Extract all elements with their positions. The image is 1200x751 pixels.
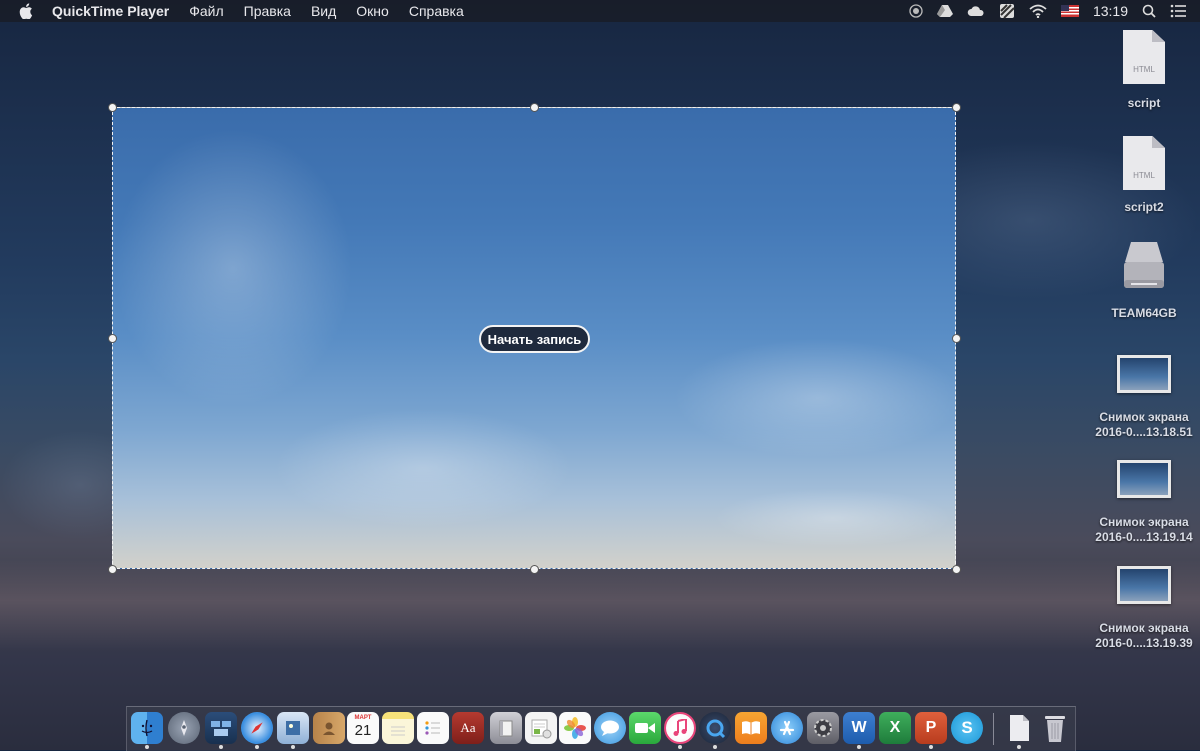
menu-view[interactable]: Вид (311, 3, 336, 19)
striped-app-icon[interactable] (999, 3, 1015, 19)
dictionary-glyph: Aa (460, 720, 476, 735)
running-indicator (929, 745, 933, 749)
messages-icon[interactable] (594, 712, 626, 744)
word-letter: W (851, 719, 867, 736)
desktop-file-script[interactable]: HTML script (1089, 30, 1199, 111)
resize-handle-top[interactable] (530, 103, 539, 112)
sky-cloud (113, 128, 353, 408)
apple-menu-icon[interactable] (18, 3, 34, 19)
wallpaper-horizon (0, 560, 1200, 650)
desktop-icon-label: script2 (1124, 200, 1164, 214)
running-indicator (255, 745, 259, 749)
status-area: 13:19 (909, 0, 1186, 22)
desktop-file-script2[interactable]: HTML script2 (1089, 136, 1199, 215)
calendar-day: 21 (354, 722, 372, 739)
contacts-icon[interactable] (313, 712, 345, 744)
resize-handle-bottom-left[interactable] (108, 565, 117, 574)
finder-icon[interactable] (131, 712, 163, 744)
skype-letter: S (961, 718, 973, 737)
calendar-month: МАРТ (354, 715, 372, 721)
sky-cloud (673, 338, 963, 458)
cloud-icon[interactable] (967, 3, 985, 19)
ibooks-author-icon[interactable] (490, 712, 522, 744)
safari-icon[interactable] (241, 712, 273, 744)
app-store-icon[interactable] (771, 712, 803, 744)
desktop-screenshot-1[interactable]: Снимок экрана 2016-0....13.18.51 (1089, 355, 1199, 440)
microsoft-word-icon[interactable]: W (843, 712, 875, 744)
microsoft-excel-icon[interactable]: X (879, 712, 911, 744)
desktop-icon-label-line1: Снимок экрана (1099, 621, 1189, 635)
resize-handle-bottom-right[interactable] (952, 565, 961, 574)
excel-letter: X (889, 719, 901, 736)
sky-cloud (273, 408, 573, 528)
quicktime-player-icon[interactable] (699, 712, 731, 744)
resize-handle-bottom[interactable] (530, 565, 539, 574)
powerpoint-letter: P (925, 719, 937, 736)
dock-separator (993, 713, 994, 745)
system-preferences-icon[interactable] (807, 712, 839, 744)
menu-edit[interactable]: Правка (244, 3, 291, 19)
trash-icon[interactable] (1039, 712, 1071, 744)
menu-app-name[interactable]: QuickTime Player (52, 3, 169, 19)
running-indicator (291, 745, 295, 749)
itunes-icon[interactable] (664, 712, 696, 744)
textedit-icon[interactable] (525, 712, 557, 744)
desktop-icon-label-line2: 2016-0....13.19.14 (1095, 530, 1193, 544)
running-indicator (145, 745, 149, 749)
resize-handle-left[interactable] (108, 334, 117, 343)
desktop-icon-label-line2: 2016-0....13.18.51 (1095, 425, 1193, 439)
html-file-icon: HTML (1123, 136, 1165, 190)
screenshot-thumbnail (1117, 460, 1171, 498)
menu-help[interactable]: Справка (409, 3, 464, 19)
launchpad-icon[interactable] (168, 712, 200, 744)
sky-cloud (713, 488, 953, 548)
desktop-icon-label-line2: 2016-0....13.19.39 (1095, 636, 1193, 650)
screenshot-thumbnail (1117, 566, 1171, 604)
us-flag-input-icon[interactable] (1060, 3, 1079, 19)
facetime-icon[interactable] (629, 712, 661, 744)
documents-stack-icon[interactable] (1003, 712, 1035, 744)
recording-stop-icon[interactable] (909, 3, 923, 19)
ibooks-icon[interactable] (735, 712, 767, 744)
spotlight-search-icon[interactable] (1142, 3, 1156, 19)
start-recording-button[interactable]: Начать запись (479, 325, 590, 353)
menu-file[interactable]: Файл (189, 3, 223, 19)
desktop-screenshot-2[interactable]: Снимок экрана 2016-0....13.19.14 (1089, 460, 1199, 545)
desktop-icon-label-line1: Снимок экрана (1099, 515, 1189, 529)
skype-icon[interactable]: S (951, 712, 983, 744)
calendar-icon[interactable]: МАРТ 21 (347, 712, 379, 744)
menu-bar: QuickTime Player Файл Правка Вид Окно Сп… (0, 0, 1200, 22)
desktop-icon-label: TEAM64GB (1111, 306, 1177, 320)
html-file-icon: HTML (1123, 30, 1165, 84)
photos-icon[interactable] (559, 712, 591, 744)
running-indicator (678, 745, 682, 749)
screenshot-thumbnail (1117, 355, 1171, 393)
desktop-drive-team64gb[interactable]: TEAM64GB (1089, 240, 1199, 321)
resize-handle-top-left[interactable] (108, 103, 117, 112)
wifi-icon[interactable] (1029, 3, 1047, 19)
running-indicator (1017, 745, 1021, 749)
desktop-icon-label: script (1127, 96, 1161, 110)
dock: МАРТ 21 Aa W X P S (126, 706, 1076, 751)
notes-icon[interactable] (382, 712, 414, 744)
reminders-icon[interactable] (417, 712, 449, 744)
microsoft-powerpoint-icon[interactable]: P (915, 712, 947, 744)
running-indicator (857, 745, 861, 749)
external-drive-icon (1121, 240, 1167, 294)
notification-center-icon[interactable] (1170, 3, 1186, 19)
dictionary-icon[interactable]: Aa (452, 712, 484, 744)
menu-window[interactable]: Окно (356, 3, 389, 19)
desktop-icon-label-line1: Снимок экрана (1099, 410, 1189, 424)
mission-control-icon[interactable] (205, 712, 237, 744)
resize-handle-top-right[interactable] (952, 103, 961, 112)
running-indicator (219, 745, 223, 749)
menu-clock[interactable]: 13:19 (1093, 3, 1128, 19)
preview-icon[interactable] (277, 712, 309, 744)
desktop-screenshot-3[interactable]: Снимок экрана 2016-0....13.19.39 (1089, 566, 1199, 651)
google-drive-icon[interactable] (936, 3, 953, 19)
resize-handle-right[interactable] (952, 334, 961, 343)
running-indicator (713, 745, 717, 749)
